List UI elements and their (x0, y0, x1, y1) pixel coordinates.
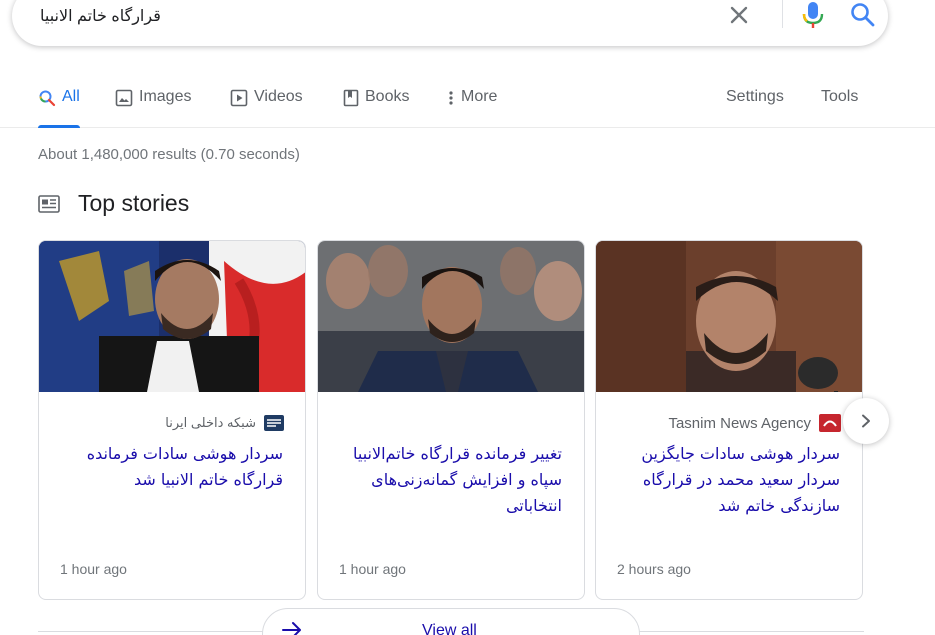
result-stats: About 1,480,000 results (0.70 seconds) (38, 146, 300, 163)
tab-all[interactable]: All (38, 88, 80, 128)
microphone-icon (802, 2, 824, 28)
chevron-right-icon (862, 414, 870, 428)
search-icon (851, 3, 875, 27)
play-icon (230, 89, 248, 107)
tab-images[interactable]: Images (115, 88, 191, 128)
tab-books-label: Books (365, 88, 410, 105)
top-stories-header: Top stories (38, 190, 189, 217)
story-headline[interactable]: تغییر فرمانده قرارگاه خاتم‌الانبیا سپاه … (336, 441, 562, 519)
close-icon (730, 6, 748, 24)
story-source: شبکه داخلی ایرنا (60, 413, 284, 433)
search-icon (39, 90, 56, 107)
search-divider (782, 0, 783, 28)
carousel-next-button[interactable] (843, 398, 889, 444)
story-source-name: شبکه داخلی ایرنا (165, 415, 256, 430)
tab-tools[interactable]: Tools (821, 88, 858, 128)
tab-more-label: More (461, 88, 498, 105)
more-vert-icon (449, 91, 453, 105)
book-icon (343, 89, 359, 107)
tab-more[interactable]: More (447, 88, 497, 128)
search-tabs: All Images Videos Books More Settings To… (0, 80, 935, 128)
newspaper-icon (38, 194, 60, 213)
tab-images-label: Images (139, 88, 192, 105)
story-source-name: Tasnim News Agency (668, 414, 811, 432)
story-source: Tasnim News Agency (617, 413, 841, 433)
story-thumbnail (596, 241, 862, 392)
story-age: 1 hour ago (339, 561, 406, 577)
story-age: 1 hour ago (60, 561, 127, 577)
tab-settings[interactable]: Settings (726, 88, 784, 128)
story-headline[interactable]: سردار هوشی سادات فرمانده قرارگاه خاتم ال… (57, 441, 283, 493)
tab-all-label: All (62, 88, 80, 105)
story-headline[interactable]: سردار هوشی سادات جایگزین سردار سعید محمد… (614, 441, 840, 519)
story-age: 2 hours ago (617, 561, 691, 577)
tab-tools-label: Tools (821, 88, 859, 105)
story-card[interactable]: تغییر فرمانده قرارگاه خاتم‌الانبیا سپاه … (317, 240, 585, 600)
image-icon (115, 89, 133, 107)
story-thumbnail (39, 241, 305, 392)
publisher-logo-icon (264, 415, 284, 431)
tab-videos-label: Videos (254, 88, 303, 105)
tab-settings-label: Settings (726, 88, 784, 105)
arrow-right-icon (282, 622, 301, 635)
top-stories-title: Top stories (78, 190, 190, 216)
publisher-logo-icon (819, 414, 841, 432)
story-thumbnail (318, 241, 584, 392)
search-button[interactable] (848, 0, 878, 30)
search-box[interactable]: قرارگاه خاتم الانبیا (12, 0, 888, 46)
search-input[interactable]: قرارگاه خاتم الانبیا (40, 6, 161, 26)
story-card[interactable]: شبکه داخلی ایرنا سردار هوشی سادات فرماند… (38, 240, 306, 600)
story-source (339, 413, 563, 433)
clear-search-button[interactable] (726, 2, 752, 28)
story-card[interactable]: Tasnim News Agency سردار هوشی سادات جایگ… (595, 240, 863, 600)
voice-search-button[interactable] (800, 0, 826, 30)
tab-videos[interactable]: Videos (230, 88, 303, 128)
view-all-button[interactable]: View all (262, 608, 640, 635)
view-all-label: View all (422, 622, 477, 635)
tab-books[interactable]: Books (343, 88, 409, 128)
